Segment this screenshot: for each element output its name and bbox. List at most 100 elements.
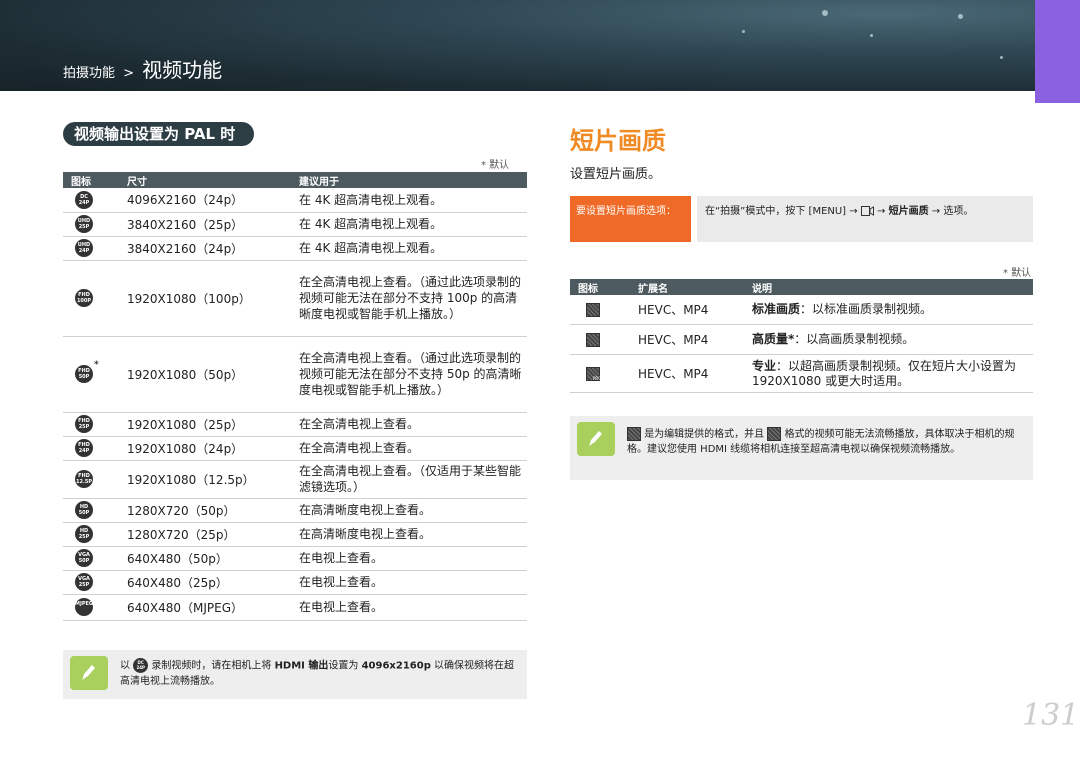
- 1280x720-25p-icon: HD 25P: [75, 525, 93, 543]
- cell-icon: [570, 295, 630, 325]
- cell-size: 1920X1080（50p）: [119, 336, 291, 413]
- note-text-left: 以 DC 24P 录制视频时，请在相机上将 HDMI 输出设置为 4096x216…: [120, 658, 520, 689]
- option-description: ：以标准画质录制视频。: [800, 302, 933, 316]
- instruction-menu-item: 短片画质: [888, 206, 929, 217]
- table-row: FHD 50P * 1920X1080（50p） 在全高清电视上查看。（通过此选项录制的…: [63, 336, 527, 413]
- cell-use: 在全高清电视上查看。（仅适用于某些智能滤镜选项。）: [291, 460, 527, 499]
- table-row: FHD 25P 1920X1080（25p） 在全高清电视上查看。: [63, 412, 527, 437]
- cell-description: 专业：以超高画质录制视频。仅在短片大小设置为 1920X1080 或更大时适用。: [744, 354, 1033, 393]
- cell-use: 在高清晰度电视上查看。: [291, 522, 527, 547]
- table-row: FHD 24P 1920X1080（24p） 在全高清电视上查看。: [63, 436, 527, 461]
- 1920x1080-12.5p-icon: FHD 12.5P: [75, 470, 93, 488]
- 1920x1080-100p-icon: FHD 100P: [75, 289, 93, 307]
- resolution-table: 图标 尺寸 建议用于 DC 24P 4096X2160（24p）在 4K 超高清电视…: [63, 172, 527, 621]
- cell-size: 1920X1080（12.5p）: [119, 460, 291, 499]
- breadcrumb: 拍摄功能 > 视频功能: [63, 54, 222, 83]
- pro-quality-icon: PRO: [586, 366, 601, 381]
- 640x480-25p-icon: VGA 25P: [75, 573, 93, 591]
- chapter-tab[interactable]: [1035, 0, 1080, 103]
- cell-use: 在电视上查看。: [291, 546, 527, 571]
- high-quality-icon: [586, 332, 600, 347]
- 1920x1080-50p-icon: FHD 50P *: [75, 361, 99, 383]
- column-header-size: 尺寸: [119, 172, 291, 188]
- note-icon: [577, 422, 615, 456]
- cell-use: 在全高清电视上查看。: [291, 436, 527, 461]
- table-header-row: 图标 扩展名 说明: [570, 279, 1033, 295]
- 1920x1080-25p-icon: FHD 25P: [75, 415, 93, 433]
- cell-size: 3840X2160（25p）: [119, 212, 291, 237]
- cell-icon: PRO: [570, 354, 630, 393]
- column-header-icon: 图标: [63, 172, 119, 188]
- sparkle-decoration: [1000, 56, 1003, 59]
- table-row: PRO HEVC、MP4 专业：以超高画质录制视频。仅在短片大小设置为 1920X1…: [570, 354, 1033, 393]
- option-name: 标准画质: [752, 302, 801, 316]
- table-row: FHD 12.5P 1920X1080（12.5p） 在全高清电视上查看。（仅适用于某…: [63, 460, 527, 499]
- table-header-row: 图标 尺寸 建议用于: [63, 172, 527, 188]
- column-header-description: 说明: [744, 279, 1033, 295]
- section-subtitle: 设置短片画质。: [570, 167, 662, 182]
- 640x480-mjpeg-icon: MJPEG: [75, 598, 93, 616]
- cell-size: 640X480（25p）: [119, 570, 291, 595]
- instruction-box: 在“拍摄”模式中，按下 [MENU] → → 短片画质 → 选项。: [697, 196, 1033, 242]
- cell-icon: [570, 324, 630, 355]
- cell-use: 在高清晰度电视上查看。: [291, 498, 527, 523]
- 1920x1080-24p-icon: FHD 24P: [75, 439, 93, 457]
- 4096x2160-24p-icon: DC 24P: [75, 190, 93, 209]
- cell-size: 4096X2160（24p）: [119, 188, 291, 213]
- note-box-right: PRO 是为编辑提供的格式，并且 PRO 格式的视频可能无法流畅播放，具体取决于…: [570, 416, 1033, 480]
- cell-use: 在电视上查看。: [291, 570, 527, 595]
- cell-use: 在全高清电视上查看。（通过此选项录制的视频可能无法在部分不支持 50p 的高清晰…: [291, 336, 527, 413]
- cell-icon: UHD 25P: [63, 212, 119, 237]
- cell-icon: FHD 50P *: [63, 336, 119, 413]
- default-mark: *: [94, 360, 99, 370]
- cell-icon: HD 25P: [63, 522, 119, 547]
- quality-table: 图标 扩展名 说明 HEVC、MP4 标准画质：以标准画质录制视频。 HEVC、MP…: [570, 279, 1033, 393]
- note-bold-hdmi: HDMI 输出: [274, 660, 329, 672]
- table-row: HEVC、MP4 高质量*：以高画质录制视频。: [570, 324, 1033, 355]
- cell-icon: FHD 100P: [63, 260, 119, 337]
- cell-size: 3840X2160（24p）: [119, 236, 291, 261]
- cell-icon: VGA 50P: [63, 546, 119, 571]
- 3840x2160-24p-icon: UHD 24P: [75, 239, 93, 257]
- cell-icon: DC 24P: [63, 188, 119, 213]
- 4096x2160-24p-icon: DC 24P: [133, 658, 149, 673]
- cell-extension: HEVC、MP4: [630, 324, 744, 355]
- column-header-icon: 图标: [570, 279, 630, 295]
- cell-size: 1920X1080（24p）: [119, 436, 291, 461]
- pencil-icon: [588, 431, 602, 448]
- default-note-right: * 默认: [1003, 268, 1032, 279]
- table-row: VGA 50P 640X480（50p） 在电视上查看。: [63, 546, 527, 571]
- table-row: VGA 25P 640X480（25p） 在电视上查看。: [63, 570, 527, 595]
- note-bold-resolution: 4096x2160p: [361, 660, 431, 672]
- instruction-text-c: → 选项。: [931, 206, 974, 217]
- sparkle-decoration: [870, 34, 873, 37]
- cell-extension: HEVC、MP4: [630, 354, 744, 393]
- instruction-text-a: 在“拍摄”模式中，按下 [MENU] →: [705, 206, 858, 217]
- option-description: ：以超高画质录制视频。仅在短片大小设置为 1920X1080 或更大时适用。: [752, 358, 1017, 388]
- cell-icon: FHD 12.5P: [63, 460, 119, 499]
- 640x480-50p-icon: VGA 50P: [75, 549, 93, 567]
- cell-size: 1920X1080（25p）: [119, 412, 291, 437]
- note-text-a: 录制视频时，请在相机上将: [151, 660, 272, 672]
- cell-description: 标准画质：以标准画质录制视频。: [744, 295, 1033, 325]
- breadcrumb-parent[interactable]: 拍摄功能: [63, 66, 115, 81]
- column-header-extension: 扩展名: [630, 279, 744, 295]
- standard-quality-icon: [586, 302, 600, 317]
- cell-use: 在全高清电视上查看。（通过此选项录制的视频可能无法在部分不支持 100p 的高清…: [291, 260, 527, 337]
- note-text-right: PRO 是为编辑提供的格式，并且 PRO 格式的视频可能无法流畅播放，具体取决于…: [627, 427, 1027, 457]
- breadcrumb-separator: >: [123, 66, 135, 81]
- option-name: 专业: [752, 358, 777, 373]
- header-banner: 拍摄功能 > 视频功能: [0, 0, 1080, 91]
- cell-icon: VGA 25P: [63, 570, 119, 595]
- cell-use: 在全高清电视上查看。: [291, 412, 527, 437]
- section-title: 短片画质: [570, 127, 666, 155]
- cell-size: 640X480（50p）: [119, 546, 291, 571]
- page-number: 131: [1022, 698, 1080, 733]
- 3840x2160-25p-icon: UHD 25P: [75, 215, 93, 233]
- 1280x720-50p-icon: HD 50P: [75, 501, 93, 519]
- cell-use: 在电视上查看。: [291, 594, 527, 621]
- cell-icon: FHD 24P: [63, 436, 119, 461]
- column-header-use: 建议用于: [291, 172, 527, 188]
- table-row: UHD 24P 3840X2160（24p）在 4K 超高清电视上观看。: [63, 236, 527, 261]
- cell-icon: UHD 24P: [63, 236, 119, 261]
